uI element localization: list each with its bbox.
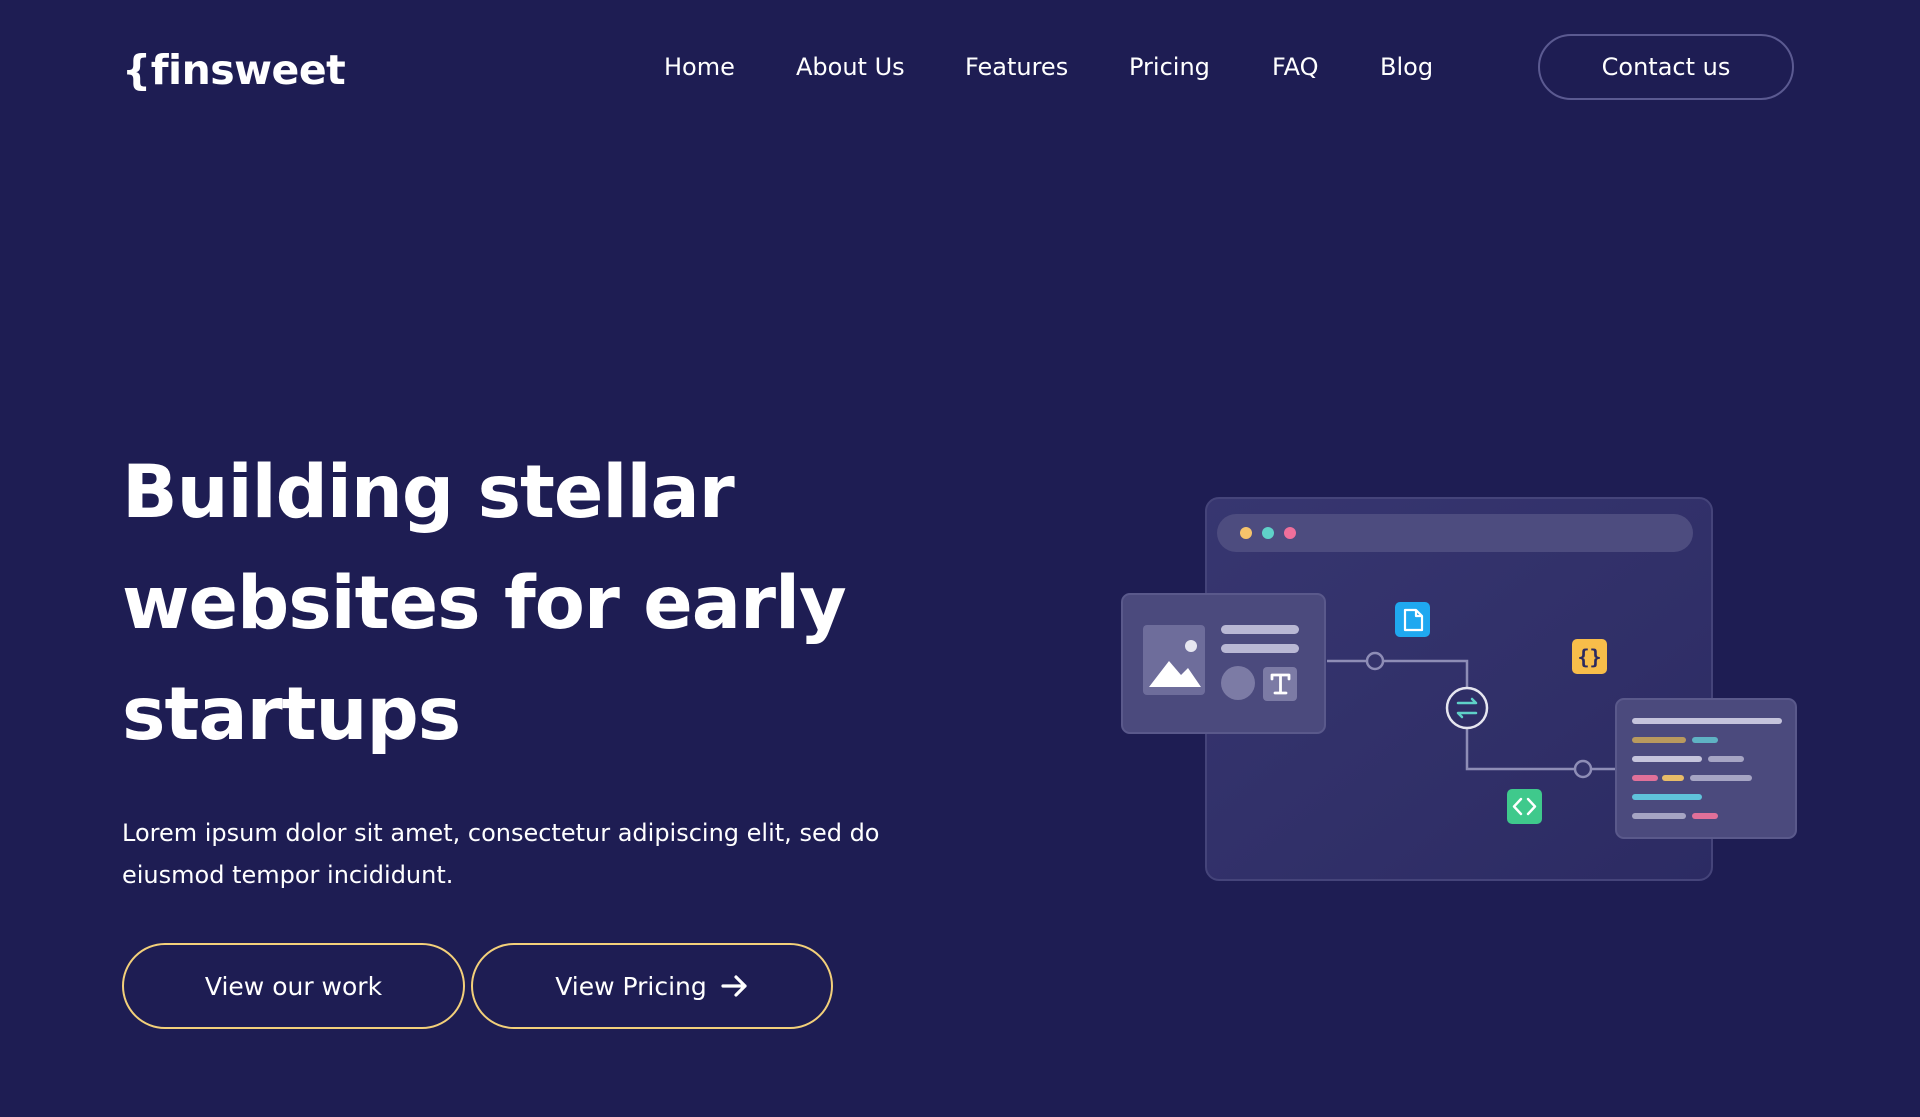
file-icon [1395,602,1430,637]
image-icon [1143,625,1205,695]
finsweet-logo[interactable]: {finsweet [122,46,346,94]
arrow-right-icon [721,974,749,998]
nav-faq-link[interactable]: FAQ [1272,52,1319,82]
contact-us-button[interactable]: Contact us [1538,34,1794,100]
hero-illustration: {} [1118,494,1808,888]
nav-home-link[interactable]: Home [664,52,735,82]
window-dot-yellow [1240,527,1252,539]
nav-features-link[interactable]: Features [965,52,1068,82]
window-dot-teal [1262,527,1274,539]
media-card [1121,593,1326,734]
view-pricing-label: View Pricing [555,971,707,1001]
svg-text:{}: {} [1577,645,1601,669]
sync-icon [1445,686,1489,730]
code-card [1615,698,1797,839]
view-our-work-button[interactable]: View our work [122,943,465,1029]
text-icon [1263,667,1297,701]
hero-subtitle-line-2: eiusmod tempor incididunt. [122,861,454,889]
code-icon [1507,789,1542,824]
view-pricing-button[interactable]: View Pricing [471,943,833,1029]
view-our-work-label: View our work [204,971,383,1001]
window-dot-pink [1284,527,1296,539]
braces-icon: {} [1572,639,1607,674]
hero-title-line-2: websites for early [122,561,847,646]
hero-title-line-1: Building stellar [122,450,735,535]
nav-pricing-link[interactable]: Pricing [1129,52,1210,82]
hero-title: Building stellar websites for early star… [122,437,882,770]
nav-blog-link[interactable]: Blog [1380,52,1433,82]
hero-title-line-3: startups [122,672,461,757]
nav-about-link[interactable]: About Us [796,52,905,82]
hero-subtitle-line-1: Lorem ipsum dolor sit amet, consectetur … [122,819,880,847]
hero-subtitle: Lorem ipsum dolor sit amet, consectetur … [122,812,902,896]
